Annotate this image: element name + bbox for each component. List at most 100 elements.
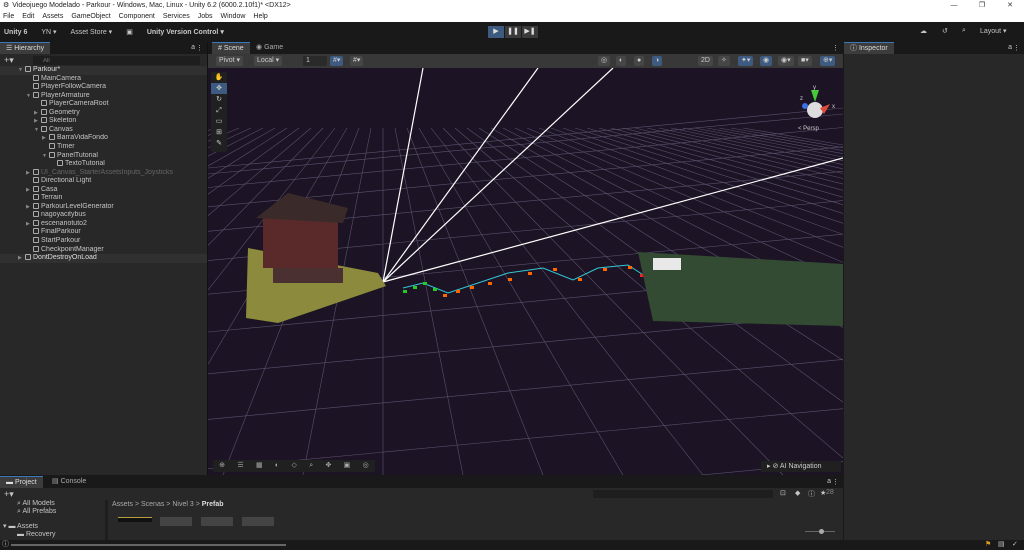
hierarchy-item[interactable]: ▶ BarraVidaFondo xyxy=(0,134,207,143)
hierarchy-item[interactable]: ▶ ParkourLevelGenerator xyxy=(0,202,207,212)
console-status-icon[interactable]: ⓘ xyxy=(2,541,9,549)
folder-recovery[interactable]: ▬ Recovery xyxy=(0,531,105,539)
2d-toggle-button[interactable]: 2D xyxy=(698,56,713,66)
menu-jobs[interactable]: Jobs xyxy=(198,11,213,22)
expand-arrow-icon[interactable]: ▶ xyxy=(26,186,33,195)
hierarchy-item[interactable]: ▶ Geometry xyxy=(0,108,207,118)
overlay-tool-icon[interactable]: ▣ xyxy=(344,460,351,472)
lock-icon[interactable]: a xyxy=(827,478,831,485)
hierarchy-item[interactable]: FinalParkour xyxy=(0,228,207,237)
expand-arrow-icon[interactable]: ▶ xyxy=(26,169,33,178)
shading-shaded-button[interactable]: ◐ xyxy=(616,56,627,66)
more-icon[interactable]: ⋮ xyxy=(196,44,203,52)
local-dropdown[interactable]: Local ▾ xyxy=(254,56,283,66)
hierarchy-item[interactable]: ▶ escenariotuto2 xyxy=(0,219,207,229)
ai-navigation-overlay[interactable]: ▸ ⊘ AI Navigation xyxy=(761,461,841,472)
folder-tree-scrollbar[interactable] xyxy=(105,500,108,540)
visibility-button[interactable]: ◉ xyxy=(760,56,773,66)
shading-lit-button[interactable]: ◑ xyxy=(652,56,663,66)
expand-arrow-icon[interactable]: ▼ xyxy=(34,126,41,135)
hierarchy-item[interactable]: TextoTutorial xyxy=(0,160,207,169)
overlay-tool-icon[interactable]: ◐ xyxy=(275,460,279,472)
pause-button[interactable]: ❚❚ xyxy=(505,26,521,38)
hierarchy-item[interactable]: ▶ DontDestroyOnLoad xyxy=(0,254,207,263)
check-icon[interactable]: ✓ xyxy=(1012,541,1018,549)
overlay-tool-icon[interactable]: ▦ xyxy=(256,460,263,472)
favorite-all-prefabs[interactable]: ⌕ All Prefabs xyxy=(0,508,105,516)
close-button[interactable]: ✕ xyxy=(996,0,1024,11)
overlay-tool-icon[interactable]: ⊕ xyxy=(219,460,225,472)
overlay-tool-icon[interactable]: ◎ xyxy=(363,460,369,472)
view-tool-icon[interactable]: ✋ xyxy=(211,72,227,83)
hierarchy-item[interactable]: nagoyacitybus xyxy=(0,211,207,220)
breadcrumb-item[interactable]: Scenas xyxy=(141,501,164,508)
overlay-tool-icon[interactable]: ☰ xyxy=(237,460,243,472)
transform-tool-icon[interactable]: ⊞ xyxy=(211,127,227,138)
asset-thumbnail[interactable] xyxy=(201,517,233,526)
tab-game[interactable]: ◉ Game xyxy=(250,42,289,54)
build-icon[interactable]: ⚑ xyxy=(985,541,991,549)
scale-tool-icon[interactable]: ⤢ xyxy=(211,105,227,116)
menu-help[interactable]: Help xyxy=(253,11,267,22)
menu-file[interactable]: File xyxy=(3,11,14,22)
asset-thumbnail[interactable] xyxy=(118,517,152,522)
thumbnail-size-slider[interactable] xyxy=(805,529,835,534)
add-button[interactable]: +▾ xyxy=(4,55,14,65)
more-icon[interactable]: ⋮ xyxy=(832,478,839,486)
cache-icon[interactable]: ▤ xyxy=(998,541,1005,549)
expand-arrow-icon[interactable]: ▼ xyxy=(42,152,49,161)
hierarchy-item[interactable]: ▼ PanelTutorial xyxy=(0,151,207,161)
menu-assets[interactable]: Assets xyxy=(42,11,63,22)
hierarchy-item[interactable]: CheckpointManager xyxy=(0,245,207,255)
grid-toggle-button[interactable]: #▾ xyxy=(350,56,364,66)
lock-icon[interactable]: a xyxy=(191,44,195,51)
tab-console[interactable]: ▤ Console xyxy=(46,476,92,488)
hierarchy-item[interactable]: PlayerCameraRoot xyxy=(0,100,207,109)
hierarchy-item[interactable]: ▶ Skeleton xyxy=(0,117,207,126)
overlay-tool-icon[interactable]: ⌕ xyxy=(309,460,313,472)
persp-label[interactable]: < Persp xyxy=(798,126,820,132)
lock-icon[interactable]: a xyxy=(1008,44,1012,51)
lighting-toggle-button[interactable]: ✧ xyxy=(718,56,730,66)
tab-inspector[interactable]: ⓘ Inspector xyxy=(844,42,894,54)
expand-arrow-icon[interactable]: ▶ xyxy=(42,134,49,143)
asset-thumbnail[interactable] xyxy=(160,517,192,526)
rect-tool-icon[interactable]: ▭ xyxy=(211,116,227,127)
hierarchy-item[interactable]: StartParkour xyxy=(0,237,207,246)
hierarchy-item[interactable]: PlayerFollowCamera xyxy=(0,83,207,92)
package-icon[interactable]: ▣ xyxy=(126,28,133,36)
expand-arrow-icon[interactable]: ▶ xyxy=(34,109,41,118)
move-tool-icon[interactable]: ✥ xyxy=(211,83,227,94)
hierarchy-search-input[interactable] xyxy=(33,56,200,65)
shading-wire-button[interactable]: ◎ xyxy=(598,56,611,66)
hierarchy-item[interactable]: ▶ Casa xyxy=(0,185,207,195)
menu-edit[interactable]: Edit xyxy=(22,11,34,22)
search-icon[interactable]: ⌕ xyxy=(962,27,966,35)
maximize-button[interactable]: ❐ xyxy=(968,0,996,11)
gizmos-dropdown[interactable]: ⊕▾ xyxy=(820,56,836,66)
shading-solid-button[interactable]: ● xyxy=(634,56,645,66)
project-search-input[interactable] xyxy=(593,490,773,498)
tab-scene[interactable]: # Scene xyxy=(212,42,250,54)
more-icon[interactable]: ⋮ xyxy=(832,44,839,52)
breadcrumb-item[interactable]: Assets xyxy=(112,501,133,508)
expand-arrow-icon[interactable]: ▶ xyxy=(18,254,25,263)
menu-gameobject[interactable]: GameObject xyxy=(71,11,110,22)
menu-services[interactable]: Services xyxy=(163,11,190,22)
asset-thumbnail[interactable] xyxy=(242,517,274,526)
filter-label-icon[interactable]: ◆ xyxy=(795,489,800,497)
step-button[interactable]: ▶❚ xyxy=(522,26,538,38)
history-icon[interactable]: ↺ xyxy=(942,27,948,35)
minimize-button[interactable]: — xyxy=(940,0,968,11)
favorite-all-models[interactable]: ⌕ All Models xyxy=(0,500,105,508)
menu-window[interactable]: Window xyxy=(221,11,246,22)
folder-assets[interactable]: ▾ ▬ Assets xyxy=(0,523,105,531)
more-icon[interactable]: ⋮ xyxy=(1013,44,1020,52)
rotate-tool-icon[interactable]: ↻ xyxy=(211,94,227,105)
expand-arrow-icon[interactable]: ▶ xyxy=(26,220,33,229)
expand-arrow-icon[interactable]: ▼ xyxy=(26,92,33,101)
unity-button[interactable]: Unity 6 xyxy=(4,29,27,36)
expand-arrow-icon[interactable]: ▶ xyxy=(34,117,41,126)
play-button[interactable]: ▶ xyxy=(488,26,504,38)
hidden-objects-dropdown[interactable]: ◉▾ xyxy=(778,56,794,66)
